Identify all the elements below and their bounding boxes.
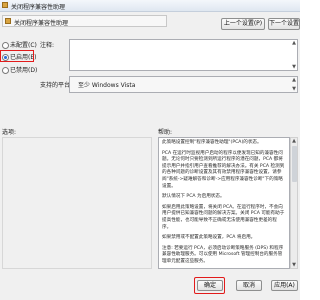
- window-title: 关闭程序兼容性助理: [11, 4, 66, 11]
- policy-icon: [2, 2, 8, 8]
- comment-textarea[interactable]: ▲ ▼: [69, 39, 298, 71]
- apply-button[interactable]: 应用(A): [271, 280, 298, 291]
- radio-label: 未配置(C): [10, 42, 37, 49]
- supported-label: 支持的平台:: [40, 82, 73, 89]
- help-paragraph: 默认情况下 PCA 为启用状态。: [162, 194, 225, 200]
- help-paragraph: PCA 在运行时监视用户启动的程序以便发现已知的兼容性问题。无论何时只要检测到所…: [162, 150, 285, 189]
- help-paragraph: 注意: 若要运行 PCA，必须启动诊断策略服务 (DPS) 和程序兼容性助理服务…: [162, 245, 284, 264]
- scroll-down-icon[interactable]: ▼: [291, 64, 297, 70]
- supported-value: 至少 Windows Vista: [78, 82, 136, 89]
- next-setting-button[interactable]: 下一个设置(N): [268, 18, 300, 30]
- options-panel: [2, 137, 152, 269]
- scroll-down-icon[interactable]: ▼: [291, 86, 297, 92]
- scroll-thumb[interactable]: [292, 146, 297, 182]
- enabled-highlight-box: [0, 50, 34, 62]
- setting-name: 关闭程序兼容性助理: [14, 20, 69, 27]
- ok-highlight-box: [194, 277, 225, 294]
- help-panel: 此策略设置控制"程序兼容性助理"(PCA)的状态。 PCA 在运行时监视用户启动…: [158, 137, 290, 269]
- title-bar: 关闭程序兼容性助理: [0, 0, 300, 12]
- comment-label: 注释:: [40, 42, 55, 49]
- radio-disabled[interactable]: 已禁用(D): [2, 65, 38, 74]
- scroll-up-icon[interactable]: ▲: [291, 40, 297, 46]
- scroll-up-icon[interactable]: ▲: [291, 77, 297, 83]
- help-scrollbar[interactable]: ▲ ▼: [290, 137, 298, 269]
- cancel-button[interactable]: 取消: [236, 280, 262, 291]
- help-paragraph: 如果启用此策略设置，将关闭 PCA。在运行程序时，不会向用户提供已知兼容性问题的…: [162, 204, 285, 230]
- radio-button[interactable]: [2, 67, 9, 74]
- options-label: 选项:: [2, 129, 17, 136]
- radio-label: 已禁用(D): [10, 67, 38, 74]
- radio-button[interactable]: [2, 42, 9, 49]
- radio-not-configured[interactable]: 未配置(C): [2, 40, 37, 49]
- scroll-down-icon[interactable]: ▼: [291, 262, 297, 268]
- prev-setting-button[interactable]: 上一个设置(P): [221, 18, 265, 30]
- help-label: 帮助:: [158, 129, 173, 136]
- help-paragraph: 如果禁用或不配置此策略设置，PCA 将启用。: [162, 235, 256, 241]
- help-paragraph: 此策略设置控制"程序兼容性助理"(PCA)的状态。: [162, 140, 262, 145]
- setting-name-box: 关闭程序兼容性助理: [2, 15, 167, 27]
- scroll-up-icon[interactable]: ▲: [291, 138, 297, 144]
- supported-box: 至少 Windows Vista ▲ ▼: [69, 76, 298, 93]
- setting-icon: [5, 18, 11, 24]
